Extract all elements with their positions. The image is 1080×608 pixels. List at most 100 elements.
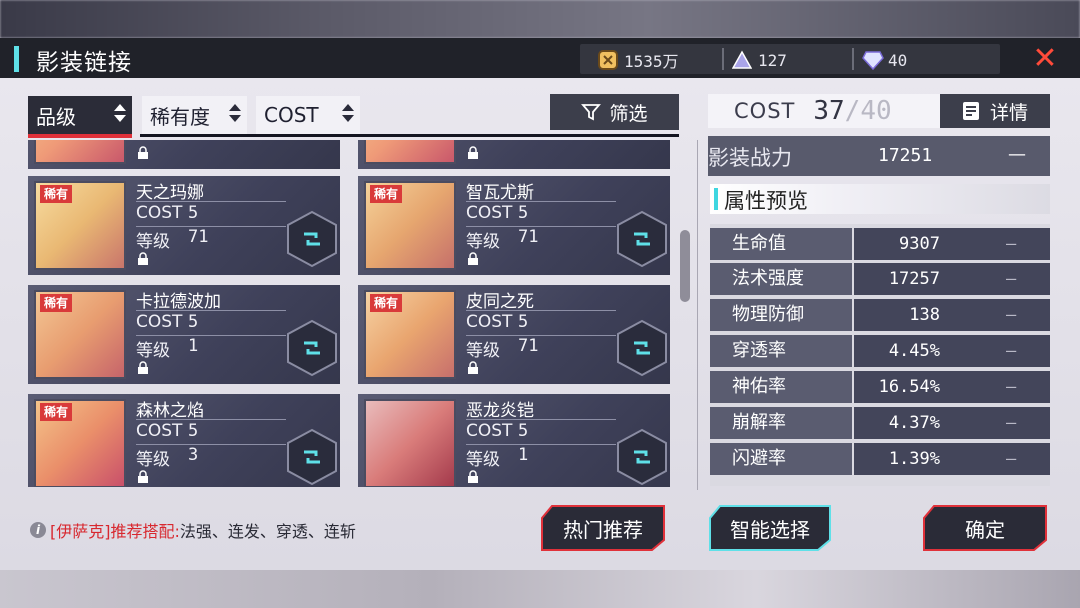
cost-label: COST (136, 421, 183, 441)
attribute-delta: — (1006, 449, 1017, 469)
list-item-partial[interactable] (28, 140, 340, 169)
list-item[interactable]: 恶龙炎铠 COST 5 等级 1 (358, 394, 670, 487)
divider (136, 310, 286, 311)
item-cost-row: COST 5 (466, 312, 528, 332)
attribute-name: 穿透率 (710, 335, 852, 367)
gold-coin-icon (598, 50, 618, 70)
attribute-name: 神佑率 (710, 371, 852, 403)
attribute-row: 神佑率 16.54% — (710, 371, 1050, 403)
level-value: 71 (518, 336, 539, 356)
lock-icon[interactable] (466, 470, 480, 484)
info-icon: i (30, 522, 46, 538)
cost-value: 5 (518, 421, 529, 441)
lock-icon[interactable] (136, 361, 150, 375)
level-value: 1 (188, 336, 199, 356)
currency-diamond: 40 (862, 48, 907, 72)
filter-grade-dropdown[interactable]: 品级 (28, 96, 132, 134)
link-icon[interactable] (286, 319, 338, 377)
list-item[interactable]: 稀有 森林之焰 COST 5 等级 3 (28, 394, 340, 487)
title-accent (14, 46, 19, 72)
smart-select-label: 智能选择 (730, 517, 810, 542)
item-cost-row: COST 5 (466, 203, 528, 223)
attribute-delta: — (1006, 234, 1017, 254)
diamond-icon (862, 50, 884, 71)
attribute-table[interactable]: 生命值 9307 — 法术强度 17257 — 物理防御 138 — 穿透率 4.45… (710, 224, 1050, 486)
background-blur-bottom (0, 570, 1080, 608)
cost-label: COST (466, 203, 513, 223)
level-label: 等级 (136, 232, 170, 252)
cost-label: COST (136, 312, 183, 332)
item-name: 卡拉德波加 (136, 292, 221, 312)
list-item[interactable]: 稀有 智瓦尤斯 COST 5 等级 71 (358, 176, 670, 275)
level-value: 3 (188, 445, 199, 465)
currency-divider (852, 48, 854, 70)
attribute-row: 物理防御 138 — (710, 299, 1050, 331)
recommendation-hero: [伊萨克]推荐搭配: (50, 522, 180, 541)
link-icon[interactable] (616, 428, 668, 486)
link-icon[interactable] (616, 210, 668, 268)
item-level-row: 等级 1 (136, 336, 198, 361)
attribute-row: 闪避率 1.39% — (710, 443, 1050, 475)
close-icon[interactable]: ✕ (1030, 44, 1060, 74)
link-icon[interactable] (286, 210, 338, 268)
level-label: 等级 (466, 232, 500, 252)
attribute-name: 生命值 (710, 228, 852, 260)
filter-rarity-label: 稀有度 (150, 104, 210, 129)
attribute-value-cell: 17257 — (854, 263, 1050, 295)
list-item[interactable]: 稀有 皮同之死 COST 5 等级 71 (358, 285, 670, 384)
confirm-button[interactable]: 确定 (922, 504, 1048, 552)
divider (466, 419, 616, 420)
filter-button-label: 筛选 (609, 102, 648, 125)
page-title: 影装链接 (36, 50, 132, 76)
link-icon[interactable] (286, 428, 338, 486)
level-label: 等级 (136, 341, 170, 361)
funnel-icon (581, 104, 602, 121)
hot-recommend-button[interactable]: 热门推荐 (540, 504, 666, 552)
lock-icon[interactable] (136, 252, 150, 266)
shadow-equipment-list[interactable]: 稀有 天之玛娜 COST 5 等级 71 稀有 智瓦尤斯 COST 5 等级 71 稀有… (28, 140, 678, 487)
list-item[interactable]: 稀有 卡拉德波加 COST 5 等级 1 (28, 285, 340, 384)
filter-button[interactable]: 筛选 (550, 94, 679, 130)
link-icon[interactable] (616, 319, 668, 377)
lock-icon[interactable] (466, 252, 480, 266)
attribute-preview-title: 属性预览 (724, 189, 808, 213)
attribute-value-cell: 4.37% — (854, 407, 1050, 439)
lock-icon[interactable] (136, 470, 150, 484)
item-art (364, 140, 456, 164)
divider (136, 201, 286, 202)
item-name: 森林之焰 (136, 401, 204, 421)
level-label: 等级 (466, 341, 500, 361)
item-level-row: 等级 71 (136, 227, 208, 252)
item-cost-row: COST 5 (136, 203, 198, 223)
cost-summary-label: COST (734, 99, 796, 123)
item-art: 稀有 (364, 290, 456, 379)
cost-value: 5 (188, 421, 199, 441)
item-art: 稀有 (34, 399, 126, 487)
list-scrollbar[interactable] (680, 230, 690, 302)
lock-icon (468, 146, 478, 159)
details-button-label: 详情 (989, 101, 1028, 124)
attribute-value: 4.45% (888, 341, 940, 361)
combat-power-label: 影装战力 (708, 146, 792, 170)
sort-arrows-icon (342, 104, 354, 126)
smart-select-button[interactable]: 智能选择 (708, 504, 832, 552)
level-value: 71 (518, 227, 539, 247)
item-name: 天之玛娜 (136, 183, 204, 203)
divider (466, 201, 616, 202)
lock-icon[interactable] (466, 361, 480, 375)
list-item[interactable]: 稀有 天之玛娜 COST 5 等级 71 (28, 176, 340, 275)
filter-rarity-dropdown[interactable]: 稀有度 (142, 96, 247, 134)
details-button[interactable]: 详情 (940, 94, 1050, 128)
confirm-label: 确定 (965, 517, 1005, 542)
combat-power-value: 17251 (878, 145, 933, 166)
filter-cost-dropdown[interactable]: COST (256, 96, 360, 134)
item-cost-row: COST 5 (136, 312, 198, 332)
currency-crystal: 127 (731, 48, 787, 72)
attribute-preview-header: 属性预览 (710, 184, 1050, 214)
list-item-partial[interactable] (358, 140, 670, 169)
hot-recommend-label: 热门推荐 (563, 517, 643, 542)
gold-value: 1535万 (624, 52, 679, 71)
cost-label: COST (136, 203, 183, 223)
attribute-name: 物理防御 (710, 299, 852, 331)
attribute-value-cell: 4.45% — (854, 335, 1050, 367)
